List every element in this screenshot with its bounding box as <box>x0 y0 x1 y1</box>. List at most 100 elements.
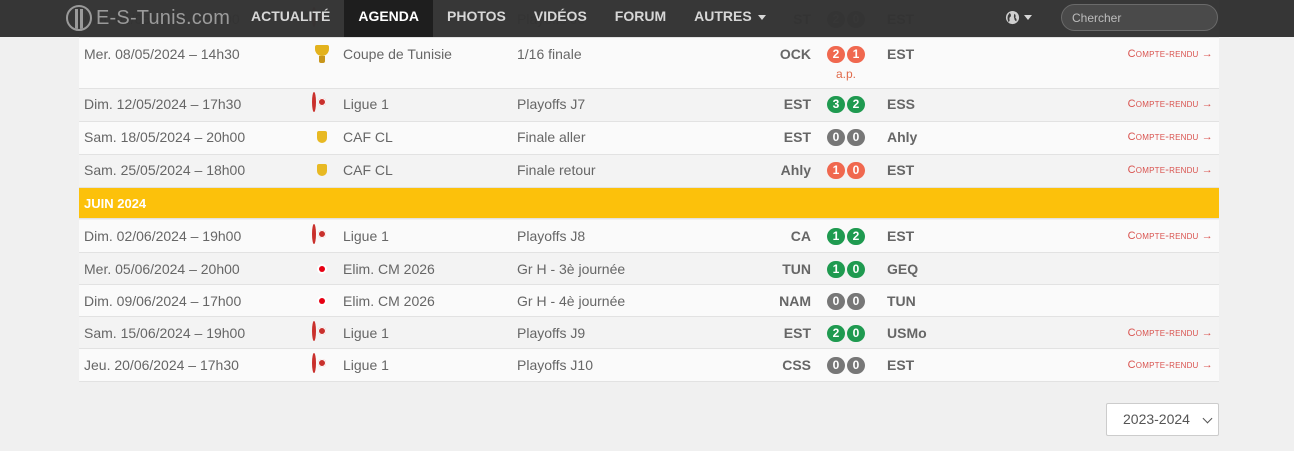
home-team: OCK <box>779 46 811 62</box>
match-score: 00 <box>827 293 865 310</box>
home-score: 3 <box>827 96 845 113</box>
main-nav: Actualité Agenda Photos Vidéos Forum Aut… <box>237 0 780 37</box>
home-team: EST <box>783 325 811 341</box>
search-input[interactable] <box>1061 4 1218 31</box>
match-report-link[interactable]: Compte-rendu → <box>1128 131 1213 143</box>
match-score: 00 <box>827 129 865 146</box>
nav-photos[interactable]: Photos <box>433 0 520 37</box>
home-score: 0 <box>827 129 845 146</box>
away-team: EST <box>887 46 915 62</box>
home-team: EST <box>783 129 811 145</box>
match-row: Sam. 15/06/2024 – 19h00 Ligue 1 Playoffs J… <box>79 317 1219 349</box>
match-row: Dim. 02/06/2024 – 19h00 Ligue 1 Playoffs J… <box>79 220 1219 253</box>
match-date: Mer. 08/05/2024 – 14h30 <box>84 46 240 62</box>
nav-forum[interactable]: Forum <box>601 0 680 37</box>
match-date: Mer. 05/06/2024 – 20h00 <box>84 261 240 277</box>
match-row: Sam. 25/05/2024 – 18h00 CAF CL Finale reto… <box>79 155 1219 188</box>
away-team: USMo <box>887 325 927 341</box>
match-score: 00 <box>827 357 865 374</box>
away-score: 0 <box>847 129 865 146</box>
language-selector[interactable] <box>1005 8 1032 26</box>
nav-autres-dropdown[interactable]: Autres <box>680 0 780 37</box>
match-date: Sam. 15/06/2024 – 19h00 <box>84 325 246 341</box>
ligue1-icon <box>312 92 316 112</box>
top-navbar: E-S-Tunis.com Actualité Agenda Photos Vi… <box>0 0 1294 37</box>
match-row: Mer. 08/05/2024 – 14h30 Coupe de Tunisie 1… <box>79 38 1219 89</box>
extra-time-note: a.p. <box>836 67 857 81</box>
away-score: 2 <box>847 96 865 113</box>
ligue1-icon <box>312 353 316 373</box>
match-row: Dim. 09/06/2024 – 17h00 Elim. CM 2026 Gr H… <box>79 285 1219 317</box>
chevron-down-icon <box>1202 413 1213 424</box>
match-row: Jeu. 20/06/2024 – 17h30 Ligue 1 Playoffs J… <box>79 349 1219 382</box>
home-score: 2 <box>827 46 845 63</box>
competition-name: CAF CL <box>343 162 393 178</box>
site-logo[interactable]: E-S-Tunis.com <box>66 4 230 32</box>
competition-name: Elim. CM 2026 <box>343 293 435 309</box>
competition-name: Ligue 1 <box>343 325 389 341</box>
away-score: 2 <box>847 228 865 245</box>
competition-name: Elim. CM 2026 <box>343 261 435 277</box>
away-score: 0 <box>847 261 865 278</box>
home-score: 0 <box>827 357 845 374</box>
match-score: 10 <box>827 162 865 179</box>
competition-name: Ligue 1 <box>343 357 389 373</box>
match-report-link[interactable]: Compte-rendu → <box>1128 327 1213 339</box>
home-score: 1 <box>827 162 845 179</box>
globe-icon <box>1005 10 1020 24</box>
match-round: Playoffs J10 <box>517 357 594 373</box>
home-team: CSS <box>782 357 811 373</box>
match-date: Sam. 18/05/2024 – 20h00 <box>84 129 246 145</box>
competition-name: Coupe de Tunisie <box>343 46 452 62</box>
competition-name: Ligue 1 <box>343 96 389 112</box>
home-score: 1 <box>827 261 845 278</box>
match-date: Jeu. 20/06/2024 – 17h30 <box>84 357 239 373</box>
match-report-link[interactable]: Compte-rendu → <box>1128 164 1213 176</box>
match-score: 21 <box>827 46 865 63</box>
ligue1-icon <box>312 321 316 341</box>
season-select[interactable]: 2023-2024 <box>1106 403 1219 436</box>
nav-agenda[interactable]: Agenda <box>344 0 433 37</box>
match-round: 1/16 finale <box>517 46 582 62</box>
match-report-link[interactable]: Compte-rendu → <box>1128 359 1213 371</box>
match-round: Playoffs J9 <box>517 325 586 341</box>
home-score: 1 <box>827 228 845 245</box>
site-name: E-S-Tunis.com <box>96 6 231 29</box>
away-team: ESS <box>887 96 916 112</box>
season-select-value: 2023-2024 <box>1123 411 1190 427</box>
away-team: Ahly <box>887 129 918 145</box>
match-date: Dim. 02/06/2024 – 19h00 <box>84 228 242 244</box>
competition-name: Ligue 1 <box>343 228 389 244</box>
match-score: 10 <box>827 261 865 278</box>
match-report-link[interactable]: Compte-rendu → <box>1128 230 1213 242</box>
match-report-link[interactable]: Compte-rendu → <box>1128 48 1213 60</box>
caret-down-icon <box>1024 14 1032 20</box>
match-round: Playoffs J8 <box>517 228 586 244</box>
match-score: 20 <box>827 325 865 342</box>
away-score: 0 <box>847 293 865 310</box>
competition-name: CAF CL <box>343 129 393 145</box>
home-team: NAM <box>779 293 811 309</box>
match-round: Gr H - 3è journée <box>517 261 626 277</box>
home-score: 0 <box>827 293 845 310</box>
nav-actualite[interactable]: Actualité <box>237 0 344 37</box>
ligue1-icon <box>312 224 316 244</box>
away-team: EST <box>887 228 915 244</box>
away-team: EST <box>887 162 915 178</box>
match-report-link[interactable]: Compte-rendu → <box>1128 98 1213 110</box>
match-round: Finale retour <box>517 162 596 178</box>
match-round: Finale aller <box>517 129 586 145</box>
home-score: 2 <box>827 325 845 342</box>
match-round: Playoffs J7 <box>517 96 586 112</box>
home-team: EST <box>783 96 811 112</box>
match-row: Sam. 18/05/2024 – 20h00 CAF CL Finale alle… <box>79 122 1219 155</box>
match-score: 12 <box>827 228 865 245</box>
match-round: Gr H - 4è journée <box>517 293 626 309</box>
nav-videos[interactable]: Vidéos <box>520 0 601 37</box>
home-team: TUN <box>782 261 811 277</box>
match-row: Mer. 05/06/2024 – 20h00 Elim. CM 2026 Gr H… <box>79 253 1219 285</box>
match-score: 32 <box>827 96 865 113</box>
away-score: 0 <box>847 357 865 374</box>
away-team: EST <box>887 357 915 373</box>
home-team: CA <box>790 228 811 244</box>
